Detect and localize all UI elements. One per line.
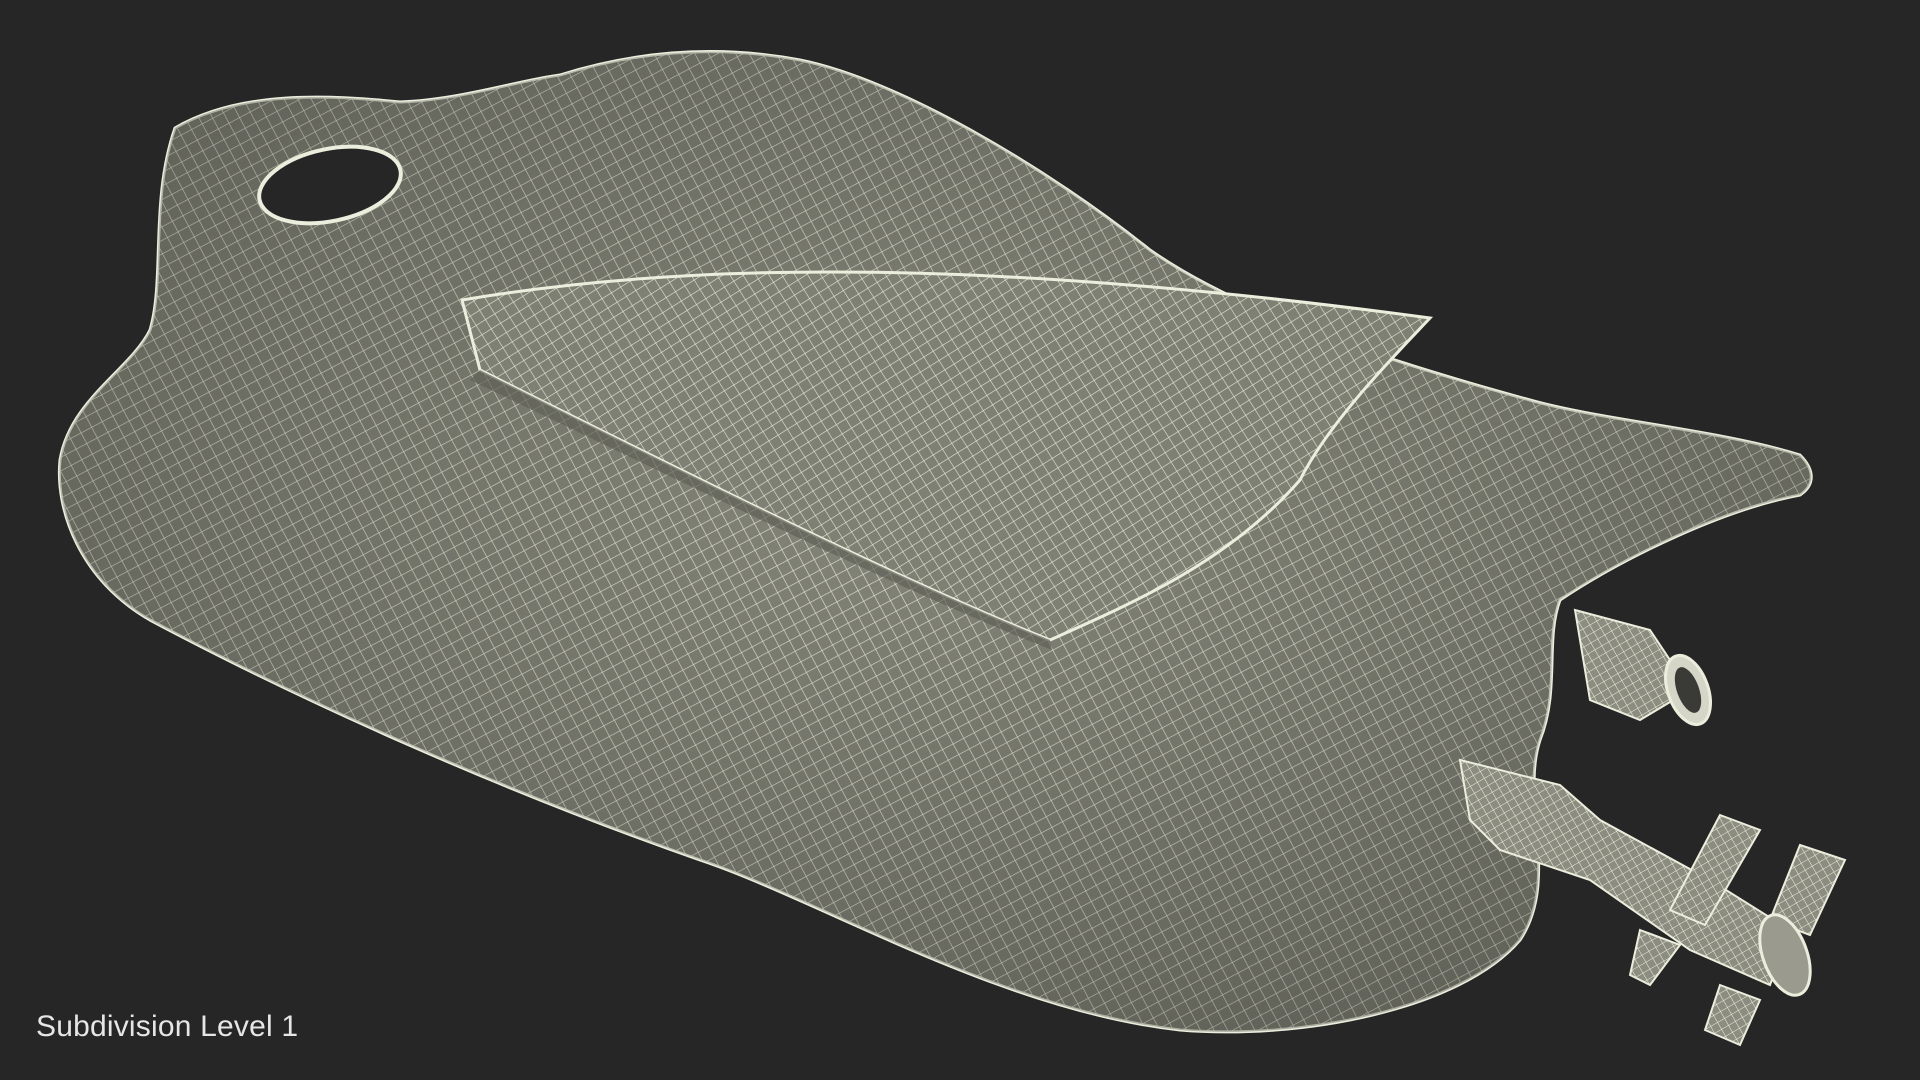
subdivision-level-caption: Subdivision Level 1 [36, 1010, 299, 1043]
iv-bag-wireframe-render [57, 50, 1847, 1047]
upper-port [1573, 608, 1712, 727]
render-viewport: Subdivision Level 1 [0, 0, 1920, 1080]
